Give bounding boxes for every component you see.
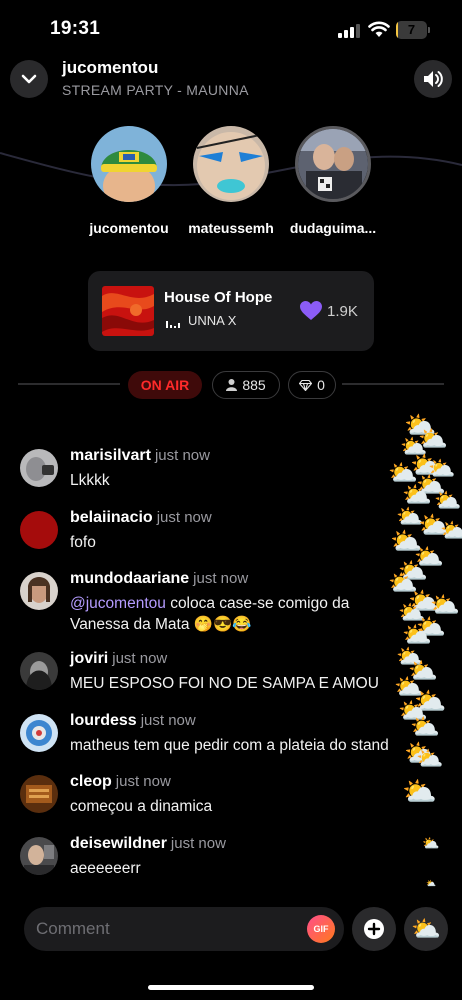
battery-icon: 7: [396, 21, 430, 39]
comment-text: MEU ESPOSO FOI NO DE SAMPA E AMOU: [70, 675, 379, 692]
comment-time: just now: [154, 447, 210, 464]
wifi-icon: [368, 21, 390, 37]
comment-text: começou a dinamica: [70, 798, 213, 815]
comment-time: just now: [112, 650, 168, 667]
gif-button[interactable]: GIF: [307, 915, 335, 943]
comment-text-line1: coloca case-se comigo da: [170, 595, 350, 612]
plus-icon: [364, 919, 384, 939]
chevron-down-icon: [21, 74, 37, 84]
album-art: [102, 286, 154, 336]
comment-time: just now: [156, 509, 212, 526]
page-title: jucomentou: [62, 58, 159, 77]
comment-time: just now: [115, 773, 171, 790]
participant-name: jucomentou: [89, 220, 169, 236]
participant-jucomentou[interactable]: jucomentou: [74, 126, 184, 241]
avatar[interactable]: [20, 714, 58, 752]
participant-mateussemh[interactable]: mateussemh: [176, 126, 286, 241]
on-air-badge: ON AIR: [128, 371, 202, 399]
participant-name: mateussemh: [188, 220, 274, 236]
like-count: 1.9K: [327, 303, 358, 320]
sun-behind-cloud-icon: ⛅: [440, 518, 462, 543]
speaker-icon: [424, 71, 443, 87]
person-icon: [226, 379, 238, 391]
diamond-icon: [299, 379, 313, 391]
comment-input[interactable]: [24, 907, 344, 951]
avatar[interactable]: [20, 511, 58, 549]
equalizer-icon: [166, 321, 180, 328]
avatar[interactable]: [20, 837, 58, 875]
participant-dudaguima[interactable]: dudaguima...: [278, 126, 388, 241]
avatar: [91, 126, 167, 202]
collapse-button[interactable]: [10, 60, 48, 98]
divider: [18, 383, 120, 385]
sun-behind-cloud-icon: ⛅: [410, 714, 440, 741]
comment-time: just now: [140, 712, 196, 729]
cellular-signal-icon: [338, 24, 360, 38]
avatar[interactable]: [20, 652, 58, 690]
page-subtitle: STREAM PARTY - MAUNNA: [62, 82, 249, 98]
song-artist: UNNA X: [188, 313, 237, 328]
comment-text: matheus tem que pedir com a plateia do s…: [70, 737, 389, 754]
comment-username[interactable]: deisewildner: [70, 835, 167, 852]
comment-mention[interactable]: @jucomentou: [70, 595, 166, 612]
sun-behind-cloud-icon: ⛅: [416, 746, 444, 771]
reaction-button[interactable]: ⛅: [404, 907, 448, 951]
sound-button[interactable]: [414, 60, 452, 98]
comment-username[interactable]: joviri: [70, 650, 108, 667]
sun-behind-cloud-icon: ⛅: [422, 835, 440, 851]
avatar[interactable]: [20, 572, 58, 610]
avatar: [295, 126, 371, 202]
heart-icon[interactable]: [300, 301, 322, 321]
comment-time: just now: [170, 835, 226, 852]
comment-text: @jucomentou coloca case-se comigo da Vane…: [70, 593, 349, 635]
battery-level: 7: [407, 22, 416, 37]
comment-text: aeeeeeerr: [70, 860, 141, 877]
comment-username[interactable]: marisilvart: [70, 447, 151, 464]
avatar: [193, 126, 269, 202]
viewer-count-pill[interactable]: 885: [212, 371, 280, 399]
sun-behind-cloud-icon: ⛅: [426, 879, 436, 888]
song-title: House Of Hope: [164, 289, 273, 306]
comment-username[interactable]: mundodaariane: [70, 570, 189, 587]
avatar[interactable]: [20, 775, 58, 813]
comment-text: Lkkkk: [70, 472, 110, 489]
comment-time: just now: [193, 570, 249, 587]
avatar[interactable]: [20, 449, 58, 487]
sun-behind-cloud-icon: ⛅: [434, 488, 462, 513]
comment-username[interactable]: belaiinacio: [70, 509, 153, 526]
sun-behind-cloud-icon: ⛅: [402, 776, 437, 807]
comment-username[interactable]: cleop: [70, 773, 112, 790]
divider: [342, 383, 444, 385]
add-button[interactable]: [352, 907, 396, 951]
clock: 19:31: [50, 18, 101, 39]
comment-text: fofo: [70, 534, 96, 551]
gem-count: 0: [317, 377, 325, 393]
comment-text-line2: Vanessa da Mata 🤭😎😂: [70, 616, 252, 633]
viewer-count: 885: [242, 377, 266, 393]
home-indicator: [148, 985, 314, 990]
gems-pill[interactable]: 0: [288, 371, 336, 399]
participant-name: dudaguima...: [289, 220, 377, 236]
status-bar: 19:31 7: [0, 0, 462, 60]
comment-username[interactable]: lourdess: [70, 712, 137, 729]
